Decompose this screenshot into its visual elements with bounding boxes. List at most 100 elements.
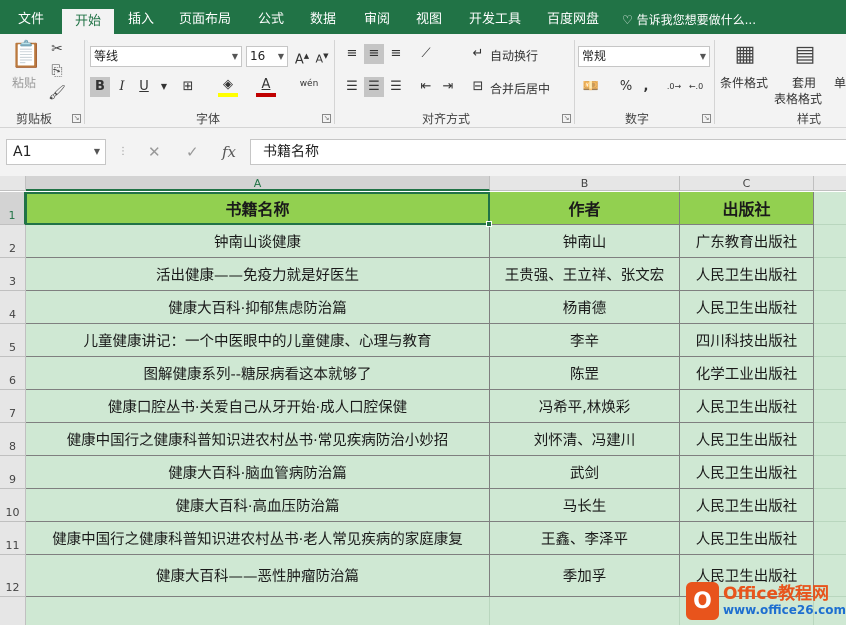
table-cell-a[interactable]: 钟南山谈健康 bbox=[26, 225, 490, 258]
wrap-text-icon[interactable]: ↵ bbox=[468, 44, 488, 64]
tab-developer[interactable]: 开发工具 bbox=[462, 0, 528, 34]
spreadsheet-grid[interactable]: A B C 1 书籍名称 作者 出版社 2 钟南山谈健康 钟南山 广东教育出版社 3 活出健康——… bbox=[0, 176, 846, 625]
table-cell-b[interactable]: 陈罡 bbox=[490, 357, 680, 390]
align-bottom-icon[interactable]: ≡ bbox=[386, 44, 406, 64]
table-cell-b[interactable]: 钟南山 bbox=[490, 225, 680, 258]
header-cell-b[interactable]: 作者 bbox=[490, 192, 680, 225]
table-cell-a[interactable]: 健康大百科——恶性肿瘤防治篇 bbox=[26, 555, 490, 597]
table-cell-b[interactable]: 李辛 bbox=[490, 324, 680, 357]
tab-view[interactable]: 视图 bbox=[408, 0, 450, 34]
table-cell-c[interactable]: 人民卫生出版社 bbox=[680, 423, 814, 456]
table-cell-c[interactable]: 人民卫生出版社 bbox=[680, 390, 814, 423]
underline-button[interactable]: U bbox=[134, 77, 154, 97]
insert-function-icon[interactable]: fx bbox=[222, 139, 236, 165]
empty-cell-d[interactable] bbox=[814, 456, 846, 489]
row-header-3[interactable]: 3 bbox=[0, 258, 26, 291]
table-cell-a[interactable]: 健康中国行之健康科普知识进农村丛书·常见疾病防治小妙招 bbox=[26, 423, 490, 456]
row-header-13[interactable] bbox=[0, 597, 26, 625]
row-header-1[interactable]: 1 bbox=[0, 192, 26, 225]
table-cell-b[interactable]: 武剑 bbox=[490, 456, 680, 489]
empty-cell-d[interactable] bbox=[814, 489, 846, 522]
orientation-icon[interactable]: ⟋ bbox=[416, 44, 436, 64]
table-cell-a[interactable]: 健康大百科·抑郁焦虑防治篇 bbox=[26, 291, 490, 324]
table-cell-b[interactable]: 杨甫德 bbox=[490, 291, 680, 324]
align-left-icon[interactable]: ☰ bbox=[342, 77, 362, 97]
alignment-launcher-icon[interactable]: ↘ bbox=[562, 114, 571, 123]
table-cell-b[interactable]: 马长生 bbox=[490, 489, 680, 522]
row-header-12[interactable]: 12 bbox=[0, 555, 26, 597]
format-as-table-line2[interactable]: 表格格式 bbox=[774, 90, 822, 107]
italic-button[interactable]: I bbox=[112, 77, 132, 97]
tab-page-layout[interactable]: 页面布局 bbox=[172, 0, 238, 34]
table-cell-c[interactable]: 人民卫生出版社 bbox=[680, 489, 814, 522]
clipboard-launcher-icon[interactable]: ↘ bbox=[72, 114, 81, 123]
increase-indent-icon[interactable]: ⇥ bbox=[438, 77, 458, 97]
empty-cell-d[interactable] bbox=[814, 357, 846, 390]
decrease-decimal-icon[interactable]: ←.0 bbox=[686, 77, 706, 97]
fill-handle[interactable] bbox=[486, 221, 492, 227]
column-header-a[interactable]: A bbox=[26, 176, 490, 191]
table-cell-b[interactable]: 冯希平,林焕彩 bbox=[490, 390, 680, 423]
formula-input[interactable]: 书籍名称 bbox=[250, 139, 846, 165]
select-all-corner[interactable] bbox=[0, 176, 26, 191]
bold-button[interactable]: B bbox=[90, 77, 110, 97]
tab-file[interactable]: 文件 bbox=[8, 0, 54, 34]
name-box[interactable]: A1 ▼ bbox=[6, 139, 106, 165]
font-size-combo[interactable]: 16 ▼ bbox=[246, 46, 288, 67]
row-header-11[interactable]: 11 bbox=[0, 522, 26, 555]
table-cell-b[interactable]: 王鑫、李泽平 bbox=[490, 522, 680, 555]
font-launcher-icon[interactable]: ↘ bbox=[322, 114, 331, 123]
tab-baidu-netdisk[interactable]: 百度网盘 bbox=[540, 0, 606, 34]
phonetic-guide-button[interactable]: wén bbox=[296, 74, 322, 94]
chevron-down-icon[interactable]: ▼ bbox=[154, 77, 174, 97]
column-header-b[interactable]: B bbox=[490, 176, 680, 191]
decrease-indent-icon[interactable]: ⇤ bbox=[416, 77, 436, 97]
font-name-combo[interactable]: 等线 ▼ bbox=[90, 46, 242, 67]
align-top-icon[interactable]: ≡ bbox=[342, 44, 362, 64]
table-cell-c[interactable]: 人民卫生出版社 bbox=[680, 291, 814, 324]
number-launcher-icon[interactable]: ↘ bbox=[702, 114, 711, 123]
wrap-text-button[interactable]: 自动换行 bbox=[490, 47, 538, 64]
paste-button[interactable]: 粘贴 bbox=[12, 74, 36, 91]
table-cell-c[interactable]: 四川科技出版社 bbox=[680, 324, 814, 357]
table-cell-c[interactable]: 化学工业出版社 bbox=[680, 357, 814, 390]
column-header-d[interactable] bbox=[814, 176, 846, 191]
empty-cell-d[interactable] bbox=[814, 291, 846, 324]
copy-icon[interactable]: ⎘ bbox=[48, 62, 66, 80]
row-header-5[interactable]: 5 bbox=[0, 324, 26, 357]
comma-button[interactable]: , bbox=[636, 77, 656, 97]
format-painter-icon[interactable]: 🖌 bbox=[48, 84, 66, 102]
align-right-icon[interactable]: ☰ bbox=[386, 77, 406, 97]
tab-data[interactable]: 数据 bbox=[302, 0, 344, 34]
empty-cell-d[interactable] bbox=[814, 522, 846, 555]
empty-cell-d[interactable] bbox=[814, 225, 846, 258]
cell-styles-button[interactable]: 单 bbox=[834, 74, 846, 91]
cancel-icon[interactable]: ✕ bbox=[148, 139, 161, 165]
merge-center-icon[interactable]: ⊟ bbox=[468, 77, 488, 97]
table-cell-c[interactable]: 广东教育出版社 bbox=[680, 225, 814, 258]
tab-home[interactable]: 开始 bbox=[62, 9, 114, 34]
header-cell-c[interactable]: 出版社 bbox=[680, 192, 814, 225]
align-middle-icon[interactable]: ≡ bbox=[364, 44, 384, 64]
row-header-7[interactable]: 7 bbox=[0, 390, 26, 423]
format-as-table-line1[interactable]: 套用 bbox=[792, 74, 816, 91]
row-header-8[interactable]: 8 bbox=[0, 423, 26, 456]
column-header-c[interactable]: C bbox=[680, 176, 814, 191]
border-icon[interactable]: ⊞ bbox=[178, 77, 198, 97]
table-cell-c[interactable]: 人民卫生出版社 bbox=[680, 258, 814, 291]
percent-button[interactable]: % bbox=[616, 77, 636, 97]
increase-decimal-icon[interactable]: .0→ bbox=[664, 77, 684, 97]
table-cell-a[interactable]: 健康口腔丛书·关爱自己从牙开始·成人口腔保健 bbox=[26, 390, 490, 423]
row-header-9[interactable]: 9 bbox=[0, 456, 26, 489]
number-format-combo[interactable]: 常规 ▼ bbox=[578, 46, 710, 67]
row-header-4[interactable]: 4 bbox=[0, 291, 26, 324]
enter-icon[interactable]: ✓ bbox=[186, 139, 199, 165]
empty-cell-d[interactable] bbox=[814, 192, 846, 225]
empty-cell-b[interactable] bbox=[490, 597, 680, 625]
table-cell-a[interactable]: 图解健康系列--糖尿病看这本就够了 bbox=[26, 357, 490, 390]
table-cell-a[interactable]: 活出健康——免疫力就是好医生 bbox=[26, 258, 490, 291]
cut-icon[interactable]: ✂ bbox=[48, 40, 66, 58]
currency-icon[interactable]: 💴 bbox=[578, 77, 604, 97]
table-cell-c[interactable]: 人民卫生出版社 bbox=[680, 522, 814, 555]
table-cell-a[interactable]: 儿童健康讲记：一个中医眼中的儿童健康、心理与教育 bbox=[26, 324, 490, 357]
